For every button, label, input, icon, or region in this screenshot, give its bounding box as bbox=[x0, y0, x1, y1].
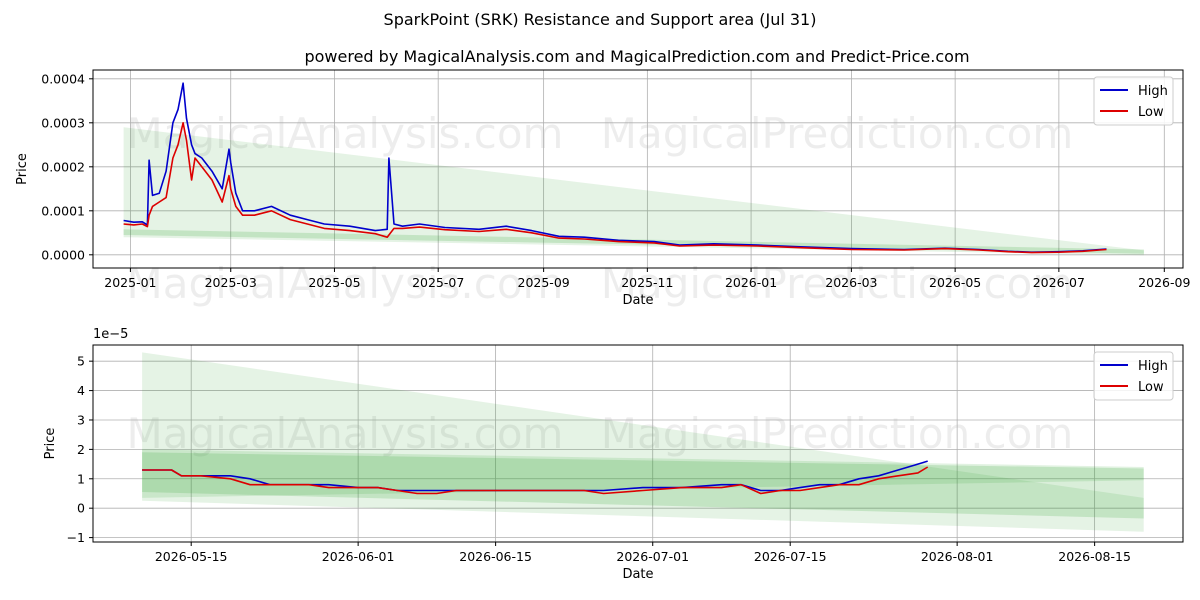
y-tick-label: 0.0004 bbox=[41, 71, 85, 86]
x-axis-label: Date bbox=[622, 293, 653, 308]
legend: High Low bbox=[1093, 76, 1174, 126]
x-tick-label: 2025-05 bbox=[308, 275, 360, 290]
legend-label-low: Low bbox=[1138, 380, 1164, 395]
y-tick-label: −1 bbox=[67, 530, 85, 545]
x-tick-label: 2026-05 bbox=[929, 275, 981, 290]
chart-subtitle: powered by MagicalAnalysis.com and Magic… bbox=[304, 47, 969, 66]
y-tick-label: 0.0002 bbox=[41, 159, 85, 174]
legend-label-high: High bbox=[1138, 84, 1168, 99]
watermark-text: MagicalPrediction.com bbox=[601, 109, 1074, 158]
y-tick-label: 2 bbox=[77, 442, 85, 457]
x-tick-label: 2026-05-15 bbox=[155, 549, 228, 564]
axis-offset-text: 1e−5 bbox=[93, 327, 128, 342]
y-tick-label: 0.0001 bbox=[41, 203, 85, 218]
x-tick-label: 2026-06-01 bbox=[322, 549, 395, 564]
x-tick-label: 2026-08-01 bbox=[921, 549, 994, 564]
chart-title: SparkPoint (SRK) Resistance and Support … bbox=[384, 10, 817, 29]
top-price-chart: MagicalAnalysis.com MagicalPrediction.com… bbox=[15, 69, 1190, 308]
legend-label-low: Low bbox=[1138, 105, 1164, 120]
x-tick-label: 2026-06-15 bbox=[459, 549, 532, 564]
x-tick-label: 2026-09 bbox=[1138, 275, 1190, 290]
x-tick-label: 2026-07 bbox=[1033, 275, 1085, 290]
y-axis-label: Price bbox=[15, 153, 30, 185]
legend-label-high: High bbox=[1138, 359, 1168, 374]
y-tick-label: 3 bbox=[77, 412, 85, 427]
y-tick-label: 5 bbox=[77, 354, 85, 369]
x-tick-label: 2026-08-15 bbox=[1058, 549, 1131, 564]
x-tick-label: 2025-01 bbox=[104, 275, 156, 290]
x-tick-label: 2025-03 bbox=[205, 275, 257, 290]
y-tick-label: 0.0000 bbox=[41, 247, 85, 262]
chart-canvas: SparkPoint (SRK) Resistance and Support … bbox=[15, 10, 1190, 582]
x-tick-label: 2026-03 bbox=[825, 275, 877, 290]
y-tick-label: 0 bbox=[77, 501, 85, 516]
y-tick-label: 0.0003 bbox=[41, 115, 85, 130]
x-tick-label: 2026-07-15 bbox=[754, 549, 827, 564]
x-axis-label: Date bbox=[622, 567, 653, 582]
x-tick-label: 2025-07 bbox=[412, 275, 464, 290]
y-axis-label: Price bbox=[43, 428, 58, 460]
x-tick-label: 2026-01 bbox=[725, 275, 777, 290]
bottom-zoom-chart: MagicalAnalysis.com MagicalPrediction.com… bbox=[43, 327, 1184, 582]
x-tick-label: 2025-11 bbox=[621, 275, 673, 290]
y-tick-label: 1 bbox=[77, 471, 85, 486]
x-tick-label: 2026-07-01 bbox=[616, 549, 689, 564]
x-tick-label: 2025-09 bbox=[518, 275, 570, 290]
legend: High Low bbox=[1093, 351, 1174, 401]
y-tick-label: 4 bbox=[77, 383, 85, 398]
